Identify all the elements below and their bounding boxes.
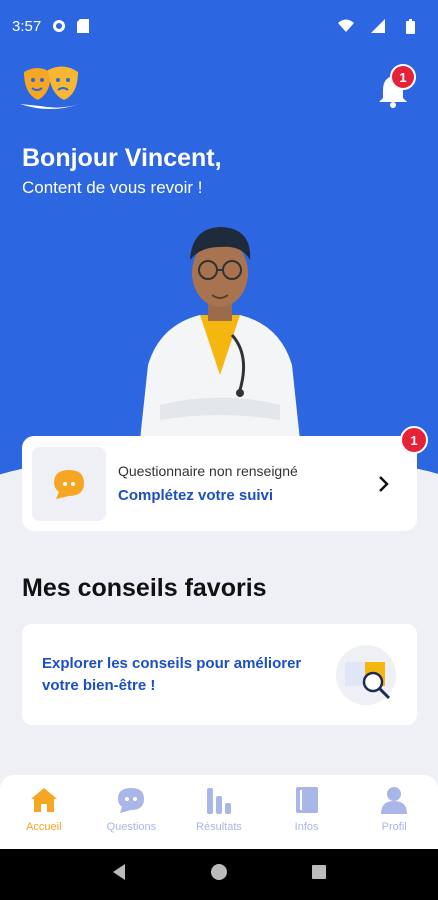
tab-infos[interactable]: Infos: [263, 775, 351, 849]
questionnaire-card[interactable]: Questionnaire non renseigné Complétez vo…: [22, 436, 417, 531]
questionnaire-title: Questionnaire non renseigné: [118, 463, 298, 479]
tab-resultats[interactable]: Résultats: [175, 775, 263, 849]
back-icon[interactable]: [111, 863, 127, 886]
home-icon: [29, 785, 59, 815]
doctor-illustration: [130, 215, 310, 440]
sd-card-icon: [75, 18, 91, 34]
tab-label: Questions: [106, 821, 157, 833]
tab-profil[interactable]: Profil: [350, 775, 438, 849]
chevron-right-icon[interactable]: [371, 472, 395, 496]
greeting-subtitle: Content de vous revoir !: [22, 178, 203, 197]
tab-label: Accueil: [26, 821, 62, 833]
questionnaire-badge: 1: [400, 426, 428, 454]
tab-label: Profil: [381, 821, 407, 833]
tab-questions[interactable]: Questions: [88, 775, 176, 849]
chat-icon: [116, 785, 146, 815]
tips-card[interactable]: Explorer les conseils pour améliorer vot…: [22, 624, 417, 725]
wifi-icon: [338, 18, 354, 34]
questionnaire-action[interactable]: Complétez votre suivi: [118, 487, 371, 504]
app-notification-icon: [51, 18, 67, 34]
tab-label: Infos: [294, 821, 319, 833]
favorites-section-title: Mes conseils favoris: [22, 574, 267, 602]
tips-card-text: Explorer les conseils pour améliorer vot…: [42, 654, 302, 694]
status-time: 3:57: [12, 17, 42, 35]
tab-label: Résultats: [196, 821, 242, 833]
book-icon: [292, 785, 322, 815]
user-icon: [379, 785, 409, 815]
battery-icon: [402, 18, 418, 34]
android-nav-bar: [0, 849, 438, 900]
tab-accueil[interactable]: Accueil: [0, 775, 88, 849]
chat-bubble-icon: [54, 469, 84, 499]
theater-masks-logo-icon: [20, 64, 82, 114]
greeting-title: Bonjour Vincent,: [22, 144, 222, 172]
recents-icon[interactable]: [311, 864, 327, 885]
bar-chart-icon: [204, 785, 234, 815]
home-button-icon[interactable]: [210, 863, 228, 886]
bottom-tab-bar: Accueil Questions Résultats Infos Profil: [0, 775, 438, 849]
notification-badge: 1: [390, 64, 416, 90]
questionnaire-icon-box: [32, 446, 106, 521]
signal-icon: [370, 18, 386, 34]
status-bar: 3:57: [0, 0, 438, 52]
book-search-icon: [335, 644, 397, 706]
